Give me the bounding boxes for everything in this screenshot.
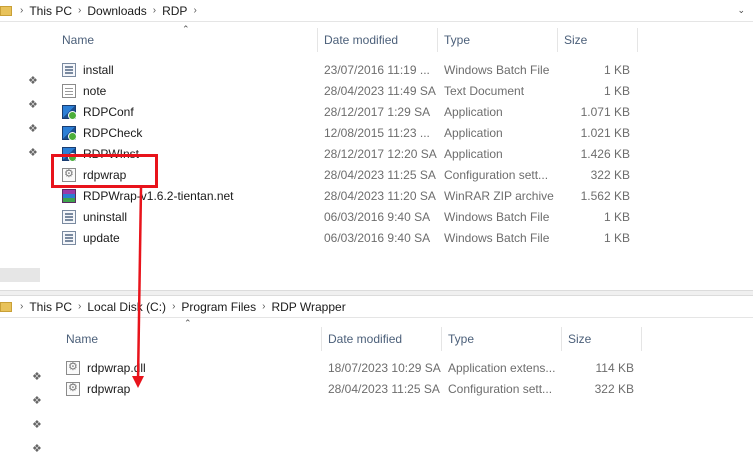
arrow-shaft [136,187,143,383]
move-arrow [132,187,144,388]
arrow-head [132,376,144,388]
